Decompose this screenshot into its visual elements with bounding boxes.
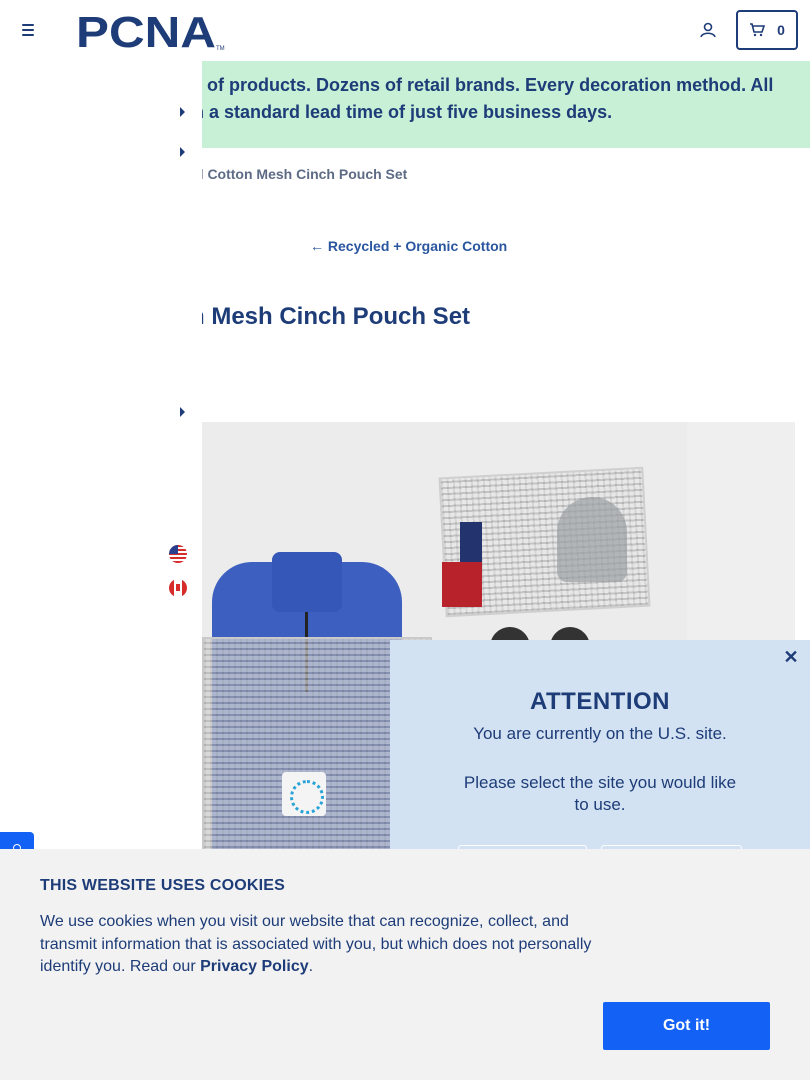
- modal-message: You are currently on the U.S. site.: [473, 724, 727, 743]
- cookie-body: We use cookies when you visit our websit…: [40, 913, 592, 975]
- promo-line-2: th a standard lead time of just five bus…: [190, 102, 613, 122]
- cookie-text: We use cookies when you visit our websit…: [40, 911, 615, 979]
- cookie-title: THIS WEBSITE USES COOKIES: [40, 877, 286, 894]
- us-flag-icon[interactable]: [169, 545, 187, 563]
- arrow-left-icon: ←: [310, 238, 324, 254]
- item-graphic: [460, 522, 482, 562]
- cookie-text-end: .: [308, 958, 314, 975]
- cart-button[interactable]: 0: [736, 10, 798, 50]
- canada-flag-icon[interactable]: [169, 579, 187, 597]
- cart-count: 0: [777, 22, 785, 38]
- breadcrumb[interactable]: d Cotton Mesh Cinch Pouch Set: [195, 166, 407, 182]
- caret-right-icon[interactable]: [180, 107, 185, 117]
- hamburger-menu-button[interactable]: [18, 19, 40, 41]
- promo-line-1: ls of products. Dozens of retail brands.…: [190, 75, 774, 95]
- product-title: n Mesh Cinch Pouch Set: [190, 303, 471, 330]
- site-header: PCNA TM 0: [0, 0, 810, 61]
- back-link[interactable]: ← Recycled + Organic Cotton: [310, 238, 507, 254]
- cart-icon: [750, 23, 766, 37]
- cookie-banner: THIS WEBSITE USES COOKIES We use cookies…: [0, 849, 810, 1080]
- back-link-label: Recycled + Organic Cotton: [327, 238, 508, 254]
- cookie-accept-button[interactable]: Got it!: [603, 1002, 770, 1050]
- caret-right-icon[interactable]: [180, 147, 185, 157]
- shirt-collar-graphic: [272, 552, 342, 612]
- logo-trademark: TM: [216, 46, 225, 52]
- promo-text: ls of products. Dozens of retail brands.…: [190, 72, 807, 126]
- modal-instruction: Please select the site you would like to…: [463, 773, 737, 814]
- hamburger-icon-bar: [22, 34, 34, 36]
- pcna-logo[interactable]: PCNA TM: [76, 10, 226, 52]
- user-icon[interactable]: [698, 20, 718, 40]
- close-icon[interactable]: ✕: [782, 648, 800, 666]
- logo-text: PCNA: [76, 10, 216, 52]
- item-graphic: [442, 562, 482, 607]
- caret-right-icon[interactable]: [180, 407, 185, 417]
- privacy-policy-link[interactable]: Privacy Policy: [200, 958, 309, 975]
- patch-graphic: [282, 772, 326, 816]
- hamburger-icon-bar: [22, 29, 34, 31]
- mirror-graphic: [557, 497, 627, 582]
- promo-banner: ls of products. Dozens of retail brands.…: [190, 61, 810, 148]
- hamburger-icon: [22, 24, 34, 26]
- modal-title: ATTENTION: [529, 688, 671, 715]
